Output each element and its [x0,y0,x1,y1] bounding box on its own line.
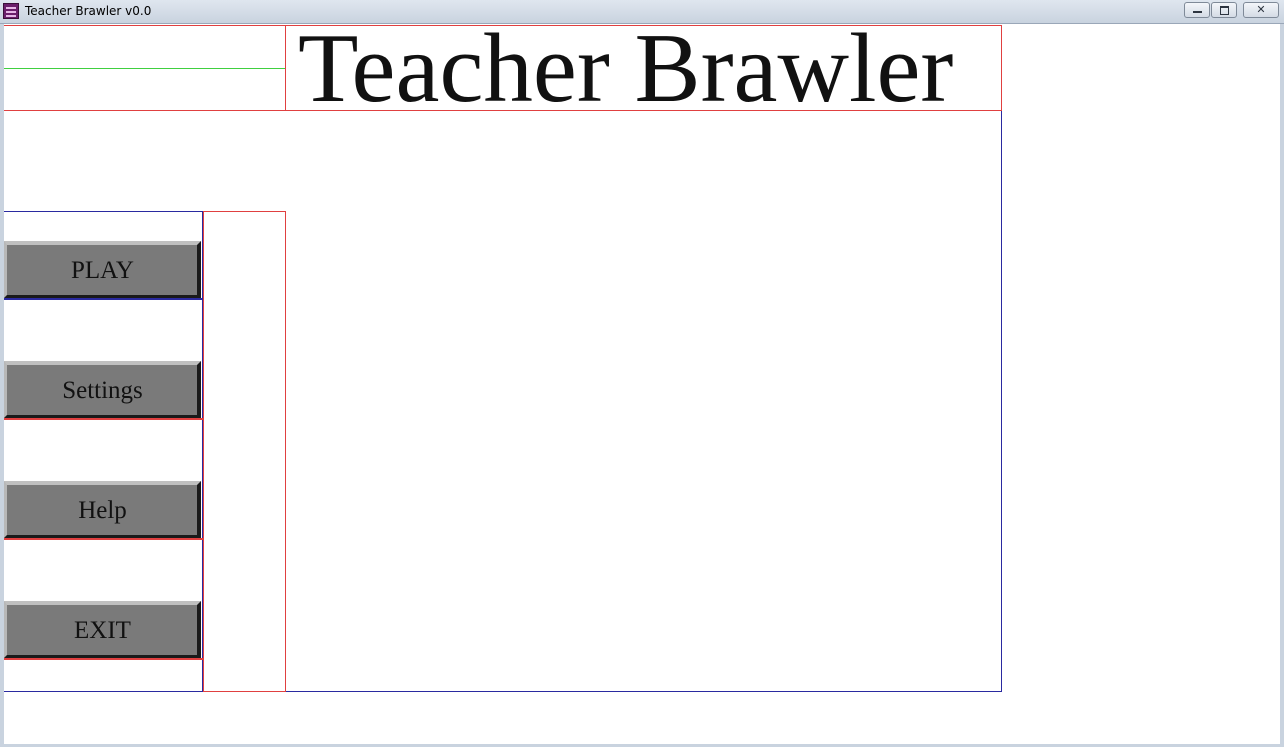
exit-button[interactable]: EXIT [4,601,203,661]
help-button-label: Help [78,497,127,524]
help-button-underline [4,538,203,540]
exit-button-label: EXIT [74,617,131,644]
settings-button[interactable]: Settings [4,361,203,421]
app-icon [3,3,19,19]
play-button-underline [4,298,203,300]
menu-side-outline [203,211,286,692]
help-button[interactable]: Help [4,481,203,541]
window-title: Teacher Brawler v0.0 [25,4,152,18]
maximize-icon [1219,6,1229,15]
header-guide-line [4,68,285,69]
game-title: Teacher Brawler [298,14,954,123]
close-icon: ✕ [1256,3,1266,16]
minimize-icon [1192,11,1202,13]
settings-button-underline [4,418,203,420]
settings-button-label: Settings [62,377,143,404]
play-button-label: PLAY [71,257,134,284]
play-button[interactable]: PLAY [4,241,203,301]
maximize-button[interactable] [1211,2,1237,18]
exit-button-underline [4,658,203,660]
minimize-button[interactable] [1184,2,1210,18]
close-button[interactable]: ✕ [1243,2,1279,18]
